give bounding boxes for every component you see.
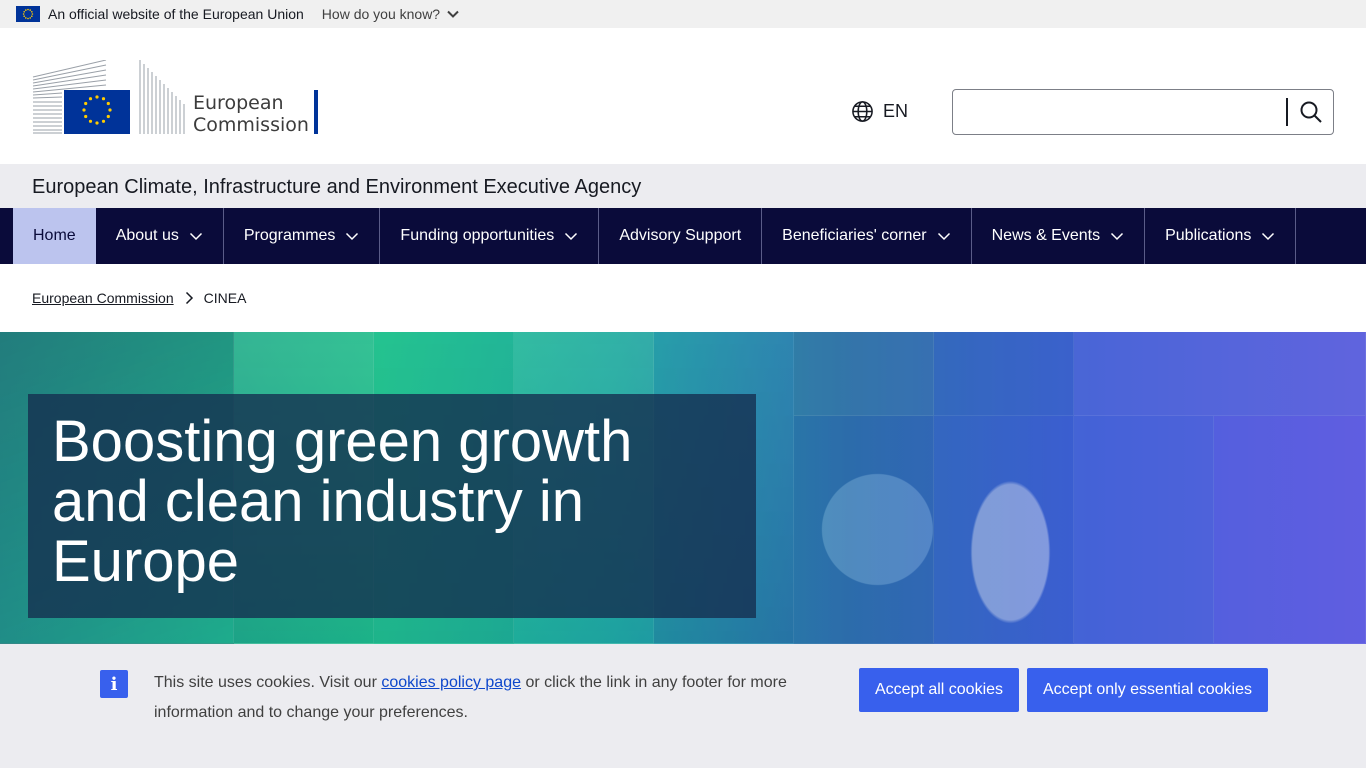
- chevron-down-icon: [1262, 232, 1275, 241]
- chevron-right-icon: [184, 291, 194, 305]
- globe-icon: [852, 101, 873, 122]
- nav-item-label: Funding opportunities: [400, 227, 555, 244]
- chevron-down-icon: [189, 232, 202, 241]
- hero-title: Boosting green growth and clean industry…: [52, 409, 633, 594]
- nav-item-label: About us: [115, 227, 179, 244]
- cookies-policy-link[interactable]: cookies policy page: [381, 674, 521, 691]
- language-code: EN: [883, 101, 909, 121]
- nav-item-label: News & Events: [991, 227, 1101, 244]
- nav-item-news-events[interactable]: News & Events: [972, 208, 1146, 264]
- search-icon: [1300, 101, 1322, 123]
- hero-banner: Boosting green growth and clean industry…: [0, 332, 1366, 644]
- logo-text-european: European: [193, 92, 284, 114]
- chevron-down-icon: [1111, 232, 1124, 241]
- accept-all-cookies-button[interactable]: Accept all cookies: [859, 668, 1019, 712]
- breadcrumb-link-european-commission[interactable]: European Commission: [32, 290, 174, 306]
- eu-flag-icon: [16, 6, 40, 22]
- search-button[interactable]: [1289, 90, 1333, 134]
- cookie-consent-banner: i This site uses cookies. Visit our cook…: [0, 644, 1366, 768]
- nav-item-programmes[interactable]: Programmes: [224, 208, 381, 264]
- cookie-text-before: This site uses cookies. Visit our: [154, 674, 382, 691]
- info-icon: i: [100, 670, 128, 698]
- site-name-bar: European Climate, Infrastructure and Env…: [0, 164, 1366, 208]
- breadcrumb-current: CINEA: [203, 290, 247, 306]
- nav-item-beneficiaries-corner[interactable]: Beneficiaries' corner: [762, 208, 972, 264]
- nav-item-advisory-support[interactable]: Advisory Support: [599, 208, 763, 264]
- chevron-down-icon: [937, 232, 950, 241]
- language-selector[interactable]: EN: [851, 100, 908, 123]
- site-name[interactable]: European Climate, Infrastructure and Env…: [32, 176, 641, 199]
- european-commission-logo[interactable]: European Commission: [32, 59, 322, 136]
- logo-text-commission: Commission: [193, 114, 309, 136]
- chevron-down-icon: [346, 232, 359, 241]
- cookie-message: This site uses cookies. Visit our cookie…: [154, 668, 814, 728]
- nav-item-label: Advisory Support: [619, 227, 742, 244]
- chevron-down-icon: [447, 10, 459, 18]
- site-header: European Commission EN: [0, 28, 1366, 164]
- nav-item-publications[interactable]: Publications: [1145, 208, 1297, 264]
- hero-title-box: Boosting green growth and clean industry…: [28, 394, 756, 618]
- nav-list: Home About us Programmes Funding opportu…: [13, 208, 1297, 264]
- main-navigation: Home About us Programmes Funding opportu…: [0, 208, 1366, 264]
- how-do-you-know-label: How do you know?: [321, 6, 441, 22]
- search-box: [952, 89, 1334, 135]
- eu-official-banner: An official website of the European Unio…: [0, 0, 1366, 28]
- accept-essential-cookies-button[interactable]: Accept only essential cookies: [1027, 668, 1268, 712]
- search-divider: [1286, 98, 1288, 126]
- nav-item-label: Publications: [1165, 227, 1252, 244]
- nav-item-label: Home: [33, 227, 76, 244]
- nav-item-label: Beneficiaries' corner: [782, 227, 927, 244]
- nav-item-funding-opportunities[interactable]: Funding opportunities: [380, 208, 600, 264]
- how-do-you-know-toggle[interactable]: How do you know?: [322, 6, 460, 22]
- official-website-text: An official website of the European Unio…: [48, 6, 304, 22]
- nav-item-about-us[interactable]: About us: [96, 208, 224, 264]
- nav-item-label: Programmes: [243, 227, 336, 244]
- nav-item-home[interactable]: Home: [13, 208, 96, 264]
- search-input[interactable]: [953, 90, 1283, 134]
- chevron-down-icon: [565, 232, 578, 241]
- breadcrumb: European Commission CINEA: [32, 290, 246, 306]
